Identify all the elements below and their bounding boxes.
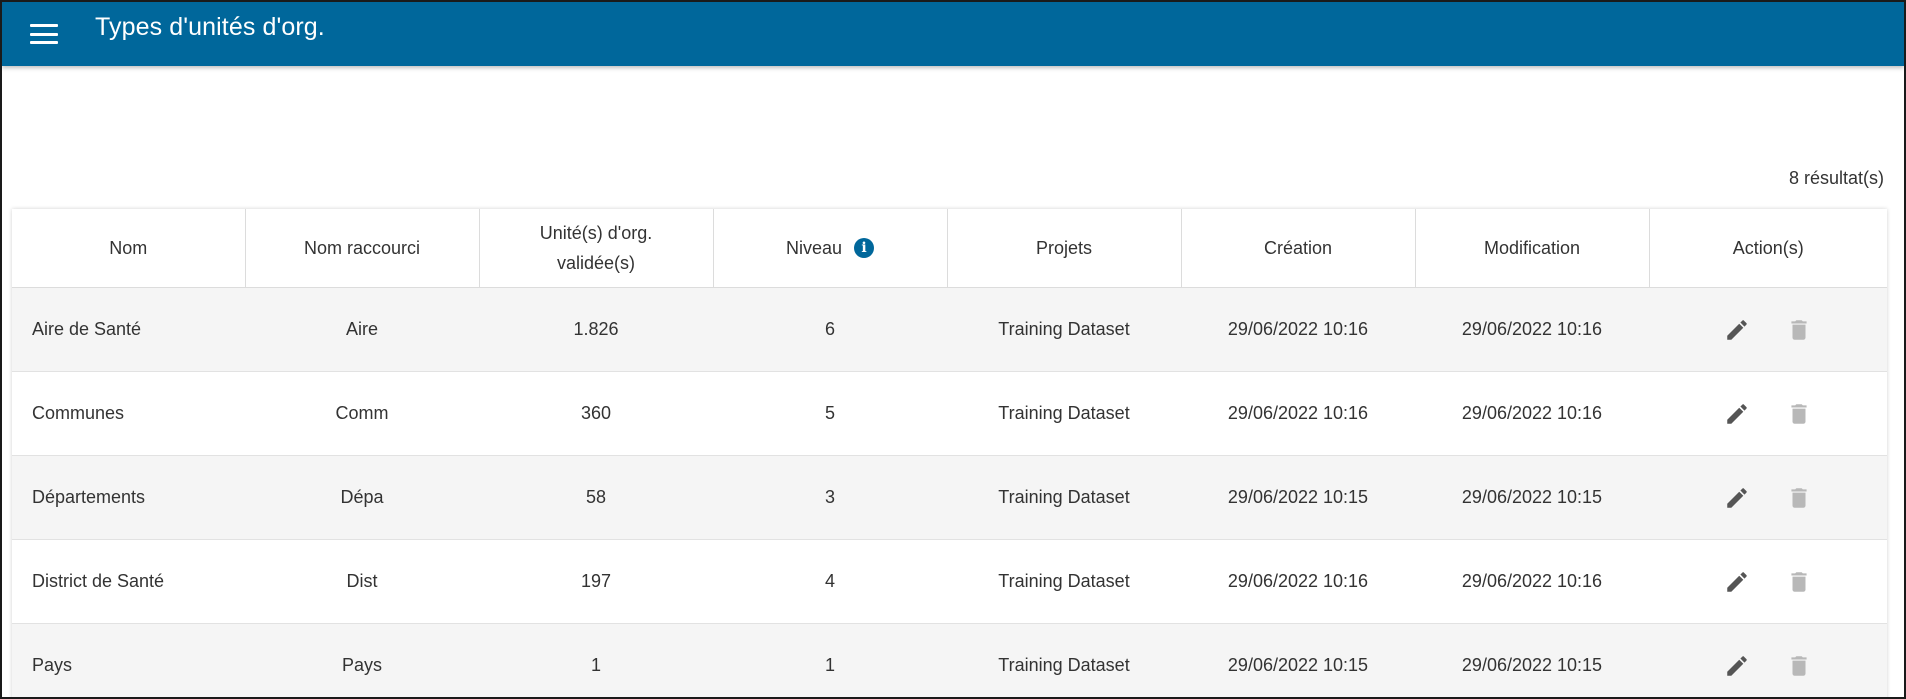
table-row[interactable]: Départements Dépa 58 3 Training Dataset … [12, 455, 1887, 540]
cell-actions [1649, 539, 1887, 624]
page-title: Types d'unités d'org. [95, 12, 325, 41]
table-row[interactable]: Communes Comm 360 5 Training Dataset 29/… [12, 371, 1887, 456]
delete-icon[interactable] [1783, 398, 1815, 430]
column-header-actions: Action(s) [1649, 209, 1887, 288]
info-icon[interactable]: i [854, 238, 875, 258]
cell-nom-raccourci: Comm [245, 371, 479, 456]
cell-unites-validees: 360 [479, 371, 713, 456]
cell-creation: 29/06/2022 10:15 [1181, 623, 1415, 697]
delete-icon[interactable] [1783, 650, 1815, 682]
edit-icon[interactable] [1721, 566, 1753, 598]
cell-unites-validees: 1 [479, 623, 713, 697]
table-row[interactable]: Pays Pays 1 1 Training Dataset 29/06/202… [12, 623, 1887, 697]
cell-unites-validees: 197 [479, 539, 713, 624]
cell-creation: 29/06/2022 10:16 [1181, 539, 1415, 624]
cell-nom: Départements [12, 455, 245, 540]
cell-projets: Training Dataset [947, 371, 1181, 456]
cell-projets: Training Dataset [947, 287, 1181, 372]
cell-nom-raccourci: Pays [245, 623, 479, 697]
cell-modification: 29/06/2022 10:16 [1415, 371, 1649, 456]
column-header-creation[interactable]: Création [1181, 209, 1416, 288]
column-header-modification[interactable]: Modification [1415, 209, 1650, 288]
cell-niveau: 4 [713, 539, 947, 624]
cell-creation: 29/06/2022 10:16 [1181, 287, 1415, 372]
org-unit-types-table: Nom Nom raccourci Unité(s) d'org. validé… [12, 209, 1887, 697]
delete-icon[interactable] [1783, 314, 1815, 346]
cell-nom-raccourci: Dist [245, 539, 479, 624]
table-row[interactable]: District de Santé Dist 197 4 Training Da… [12, 539, 1887, 624]
cell-niveau: 6 [713, 287, 947, 372]
cell-creation: 29/06/2022 10:16 [1181, 371, 1415, 456]
cell-projets: Training Dataset [947, 539, 1181, 624]
edit-icon[interactable] [1721, 650, 1753, 682]
table-header-row: Nom Nom raccourci Unité(s) d'org. validé… [12, 209, 1887, 288]
cell-nom: District de Santé [12, 539, 245, 624]
cell-nom: Aire de Santé [12, 287, 245, 372]
cell-actions [1649, 287, 1887, 372]
cell-nom-raccourci: Aire [245, 287, 479, 372]
app-window: Types d'unités d'org. 8 résultat(s) Nom … [0, 0, 1906, 699]
cell-niveau: 5 [713, 371, 947, 456]
column-header-projets[interactable]: Projets [947, 209, 1182, 288]
cell-actions [1649, 455, 1887, 540]
cell-unites-validees: 58 [479, 455, 713, 540]
cell-nom: Pays [12, 623, 245, 697]
cell-niveau: 3 [713, 455, 947, 540]
results-count: 8 résultat(s) [1788, 168, 1884, 188]
edit-icon[interactable] [1721, 482, 1753, 514]
table-row[interactable]: Aire de Santé Aire 1.826 6 Training Data… [12, 287, 1887, 372]
menu-icon[interactable] [30, 24, 58, 44]
cell-creation: 29/06/2022 10:15 [1181, 455, 1415, 540]
top-app-bar: Types d'unités d'org. [2, 2, 1904, 66]
edit-icon[interactable] [1721, 398, 1753, 430]
column-header-nom[interactable]: Nom [12, 209, 246, 288]
cell-actions [1649, 371, 1887, 456]
cell-modification: 29/06/2022 10:16 [1415, 539, 1649, 624]
cell-projets: Training Dataset [947, 455, 1181, 540]
cell-modification: 29/06/2022 10:15 [1415, 455, 1649, 540]
column-header-nom-raccourci[interactable]: Nom raccourci [245, 209, 480, 288]
cell-actions [1649, 623, 1887, 697]
cell-modification: 29/06/2022 10:15 [1415, 623, 1649, 697]
column-header-niveau[interactable]: Niveau i [713, 209, 948, 288]
column-header-unites-validees[interactable]: Unité(s) d'org. validée(s) [479, 209, 714, 288]
cell-nom-raccourci: Dépa [245, 455, 479, 540]
edit-icon[interactable] [1721, 314, 1753, 346]
cell-nom: Communes [12, 371, 245, 456]
cell-niveau: 1 [713, 623, 947, 697]
delete-icon[interactable] [1783, 482, 1815, 514]
cell-modification: 29/06/2022 10:16 [1415, 287, 1649, 372]
cell-unites-validees: 1.826 [479, 287, 713, 372]
delete-icon[interactable] [1783, 566, 1815, 598]
cell-projets: Training Dataset [947, 623, 1181, 697]
